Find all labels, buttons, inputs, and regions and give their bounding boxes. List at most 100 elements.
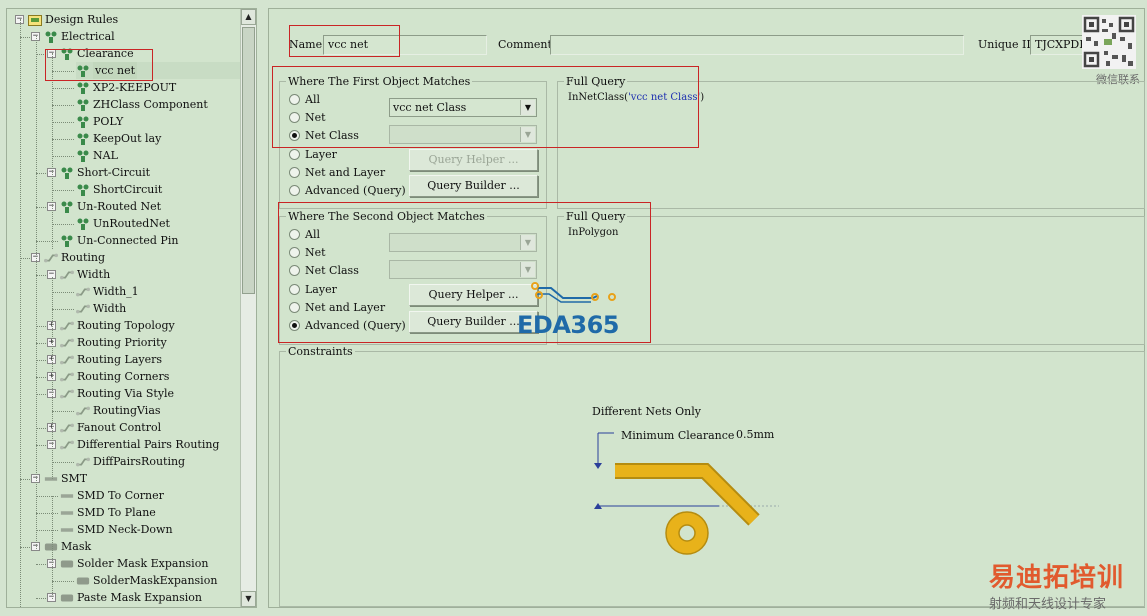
tree-item[interactable]: SolderMaskExpansion [76,572,217,589]
tree-connector [52,309,74,310]
rule-icon [76,217,90,231]
radio-button[interactable] [289,149,300,160]
tree-item[interactable]: Width [76,300,126,317]
tree-item[interactable]: − Routing Via Style [47,385,174,402]
first-query-helper-button[interactable]: Query Helper ... [409,149,538,171]
tree-item-label: RoutingVias [93,404,161,417]
diff-pairs-icon [60,438,74,452]
tree-item[interactable]: NAL [76,147,118,164]
tree-item-label: SolderMaskExpansion [93,574,218,587]
tree-item[interactable]: Width_1 [76,283,139,300]
tree-item-label: Routing Topology [77,319,175,332]
tree-connector [36,207,46,208]
route-rule-icon [76,302,90,316]
tree-item[interactable]: − Routing [31,249,105,266]
eda365-trace-logo-icon [531,282,616,303]
radio-button[interactable] [289,185,300,196]
width-icon [60,268,74,282]
tree-connector [52,122,74,123]
tree-item-label: Width [77,268,111,281]
rules-tree: − Design Rules − Electrical − Clearance vcc ne… [7,9,241,607]
radio-button[interactable] [289,167,300,178]
tree-item-label: SMD Neck-Down [77,523,173,536]
tree-connector [36,445,46,446]
topology-icon [60,319,74,333]
constraints-title: Constraints [286,345,355,358]
tree-item[interactable]: + Routing Layers [47,351,162,368]
tree-item[interactable]: + Fanout Control [47,419,161,436]
tree-item[interactable]: ShortCircuit [76,181,162,198]
tree-item[interactable]: − SMT [31,470,87,487]
tree-item-label: Un-Connected Pin [77,234,179,247]
mask-icon [44,540,58,554]
tree-connector [52,581,74,582]
tree-item[interactable]: − Short-Circuit [47,164,150,181]
tree-item[interactable]: DiffPairsRouting [76,453,185,470]
tree-connector [36,173,46,174]
tree-item[interactable]: POLY [76,113,123,130]
short-circuit-icon [60,166,74,180]
cn-training-watermark: 易迪拓培训 [989,563,1125,593]
rule-icon [76,149,90,163]
tree-item[interactable]: − Differential Pairs Routing [47,436,219,453]
first-radio-option[interactable]: Layer [289,148,337,161]
tree-item-label: SMD To Plane [77,506,156,519]
tree-item-label: Differential Pairs Routing [77,438,220,451]
tree-item-label: KeepOut lay [93,132,162,145]
smt-icon [44,472,58,486]
tree-item[interactable]: + Routing Priority [47,334,167,351]
tree-item[interactable]: − Un-Routed Net [47,198,161,215]
tree-item[interactable]: UnRoutedNet [76,215,170,232]
tree-item-label: SMT [61,472,88,485]
scroll-down-button[interactable]: ▼ [241,591,256,607]
tree-connector [36,326,46,327]
first-query-builder-button[interactable]: Query Builder ... [409,175,538,197]
fanout-icon [60,421,74,435]
tree-item[interactable]: − Electrical [31,28,115,45]
tree-item-label: DiffPairsRouting [93,455,186,468]
tree-item[interactable]: ZHClass Component [76,96,208,113]
eda365-watermark: EDA365 [517,311,620,339]
tree-item[interactable]: − Design Rules [15,11,118,28]
tree-item[interactable]: − Width [47,266,110,283]
tree-connector [36,377,46,378]
unique-id-label: Unique ID [978,38,1036,51]
first-radio-option[interactable]: Advanced (Query) [289,184,406,197]
route-rule-icon [76,455,90,469]
comment-field[interactable] [550,35,964,55]
tree-item[interactable]: SMD To Plane [60,504,156,521]
first-radio-option[interactable]: Net and Layer [289,166,385,179]
radio-label: Net and Layer [305,166,386,179]
tree-item[interactable]: + Routing Topology [47,317,175,334]
tree-item[interactable]: RoutingVias [76,402,161,419]
tree-connector [36,275,46,276]
tree-connector [36,496,58,497]
tree-connector [20,479,30,480]
tree-connector [36,530,58,531]
tree-item[interactable]: SMD To Corner [60,487,164,504]
tree-item[interactable]: Un-Connected Pin [60,232,178,249]
tree-item[interactable]: KeepOut lay [76,130,161,147]
tree-item-label: Routing Via Style [77,387,175,400]
tree-connector [36,241,58,242]
tree-scrollbar[interactable]: ▲ ▼ [240,9,256,607]
scroll-thumb[interactable] [242,27,255,294]
tree-connector [36,343,46,344]
tree-connector [36,394,46,395]
tree-connector [36,513,58,514]
tree-item-label: Mask [61,540,92,553]
tree-connector [52,105,74,106]
scroll-up-button[interactable]: ▲ [241,9,256,25]
tree-item[interactable]: SMD Neck-Down [60,521,173,538]
tree-connector [36,598,46,599]
tree-item[interactable]: XP2-KEEPOUT [76,79,176,96]
tree-item[interactable]: + Routing Corners [47,368,169,385]
tree-item[interactable]: − Paste Mask Expansion [47,589,202,606]
tree-item-label: Solder Mask Expansion [77,557,209,570]
name-highlight-box [289,25,400,57]
tree-item-label: Design Rules [45,13,119,26]
unique-id-field[interactable]: TJCXPDBF [1030,35,1090,55]
tree-item[interactable]: − Mask [31,538,91,555]
tree-item[interactable]: − Solder Mask Expansion [47,555,208,572]
query-close-paren: ) [700,92,705,103]
